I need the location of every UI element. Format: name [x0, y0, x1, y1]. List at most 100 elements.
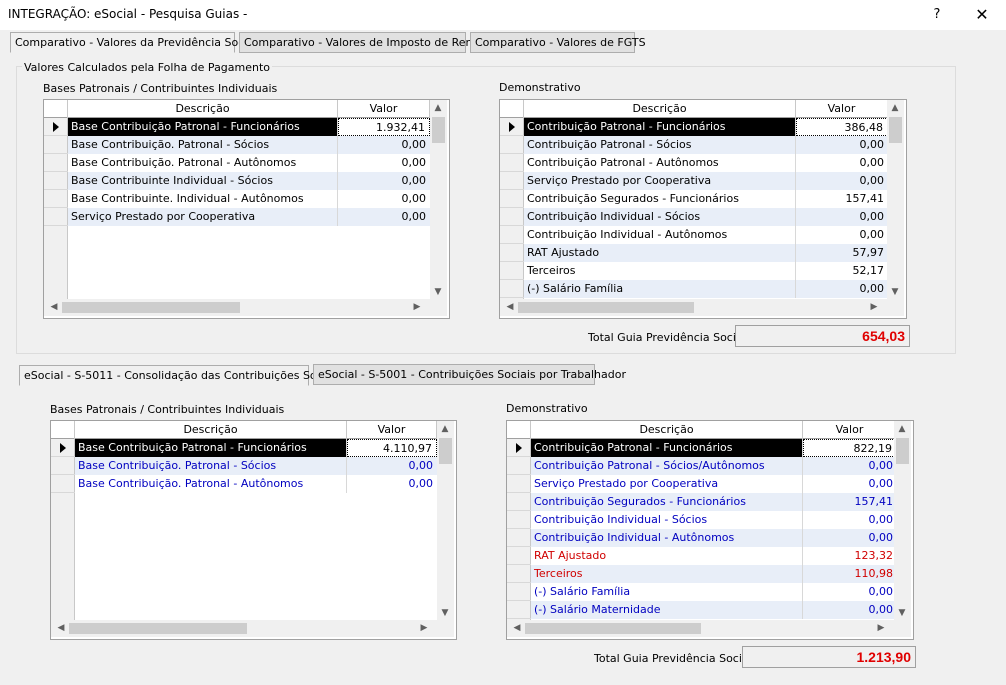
table-row[interactable]: Contribuição Patronal - Sócios/Autônomos… [531, 457, 897, 475]
row-indicator[interactable] [500, 118, 524, 136]
horizontal-scroll-thumb[interactable] [525, 623, 701, 634]
cell-descricao[interactable]: (-) Salário Família [531, 583, 803, 601]
table-row[interactable]: Serviço Prestado por Cooperativa 0,00 [531, 475, 897, 493]
cell-valor[interactable]: 110,98 [803, 565, 897, 583]
row-indicator[interactable] [507, 529, 531, 547]
cell-valor[interactable]: 386,48 [796, 118, 888, 136]
grid-bottom-right[interactable]: Descrição Valor Contribuição Patronal - Fu… [506, 420, 914, 640]
cell-descricao[interactable]: Contribuição Individual - Sócios [531, 511, 803, 529]
table-row[interactable]: Base Contribuição. Patronal - Sócios 0,00 [75, 457, 437, 475]
table-row[interactable]: Contribuição Segurados - Funcionários 157… [524, 190, 888, 208]
row-indicator[interactable] [507, 547, 531, 565]
cell-valor[interactable]: 0,00 [803, 511, 897, 529]
cell-valor[interactable]: 0,00 [803, 583, 897, 601]
cell-valor[interactable]: 1.932,41 [338, 118, 430, 136]
scroll-down-icon[interactable]: ▼ [430, 285, 446, 299]
row-indicator[interactable] [44, 208, 68, 226]
row-indicator[interactable] [507, 439, 531, 457]
cell-valor[interactable]: 822,19 [803, 439, 897, 457]
cell-descricao[interactable]: Base Contribuição Patronal - Funcionário… [68, 118, 338, 136]
cell-descricao[interactable]: Terceiros [524, 262, 796, 280]
table-row[interactable]: (-) Salário Família 0,00 [524, 280, 888, 298]
scroll-left-icon[interactable]: ◀ [509, 621, 525, 635]
horizontal-scrollbar[interactable]: ◀ ▶ [51, 620, 454, 637]
cell-valor[interactable]: 0,00 [796, 208, 888, 226]
header-valor[interactable]: Valor [338, 100, 430, 118]
table-row[interactable]: Contribuição Patronal - Funcionários 386,… [524, 118, 888, 136]
row-indicator[interactable] [500, 136, 524, 154]
row-indicator[interactable] [500, 190, 524, 208]
row-indicator[interactable] [507, 565, 531, 583]
row-indicator[interactable] [500, 244, 524, 262]
scroll-left-icon[interactable]: ◀ [502, 300, 518, 314]
row-indicator[interactable] [500, 172, 524, 190]
row-indicator[interactable] [500, 262, 524, 280]
horizontal-scroll-thumb[interactable] [69, 623, 247, 634]
row-indicator[interactable] [44, 118, 68, 136]
cell-descricao[interactable]: (-) Salário Família [524, 280, 796, 298]
table-row[interactable]: Base Contribuinte Individual - Sócios 0,0… [68, 172, 430, 190]
cell-descricao[interactable]: Contribuição Individual - Sócios [524, 208, 796, 226]
header-valor[interactable]: Valor [796, 100, 888, 118]
scroll-up-icon[interactable]: ▲ [894, 422, 910, 436]
scroll-up-icon[interactable]: ▲ [430, 101, 446, 115]
cell-descricao[interactable]: Contribuição Patronal - Funcionários [524, 118, 796, 136]
cell-valor[interactable]: 0,00 [338, 208, 430, 226]
table-row[interactable]: Terceiros 52,17 [524, 262, 888, 280]
cell-descricao[interactable]: Base Contribuinte. Individual - Autônomo… [68, 190, 338, 208]
table-row[interactable]: Contribuição Segurados - Funcionários 157… [531, 493, 897, 511]
scroll-right-icon[interactable]: ▶ [416, 621, 432, 635]
scroll-right-icon[interactable]: ▶ [873, 621, 889, 635]
table-row[interactable]: Serviço Prestado por Cooperativa 0,00 [524, 172, 888, 190]
vertical-scrollbar[interactable]: ▲ ▼ [894, 421, 911, 622]
cell-descricao[interactable]: Base Contribuinte Individual - Sócios [68, 172, 338, 190]
grid-bottom-left[interactable]: Descrição Valor Base Contribuição Patronal… [50, 420, 457, 640]
row-indicator[interactable] [507, 457, 531, 475]
cell-valor[interactable]: 57,97 [796, 244, 888, 262]
header-valor[interactable]: Valor [803, 421, 897, 439]
cell-valor[interactable]: 0,00 [803, 601, 897, 619]
table-row[interactable]: Base Contribuição. Patronal - Autônomos 0… [75, 475, 437, 493]
cell-valor[interactable]: 0,00 [803, 475, 897, 493]
row-indicator[interactable] [507, 601, 531, 619]
vertical-scroll-thumb[interactable] [432, 117, 445, 143]
cell-valor[interactable]: 0,00 [338, 154, 430, 172]
vertical-scrollbar[interactable]: ▲ ▼ [887, 100, 904, 301]
cell-valor[interactable]: 52,17 [796, 262, 888, 280]
row-indicator[interactable] [500, 208, 524, 226]
table-row[interactable]: Base Contribuição. Patronal - Sócios 0,00 [68, 136, 430, 154]
cell-descricao[interactable]: Contribuição Patronal - Autônomos [524, 154, 796, 172]
cell-descricao[interactable]: Base Contribuição. Patronal - Autônomos [68, 154, 338, 172]
horizontal-scroll-thumb[interactable] [62, 302, 240, 313]
cell-descricao[interactable]: Serviço Prestado por Cooperativa [531, 475, 803, 493]
cell-valor[interactable]: 0,00 [796, 172, 888, 190]
header-descricao[interactable]: Descrição [75, 421, 347, 439]
row-indicator[interactable] [507, 511, 531, 529]
table-row[interactable]: Base Contribuição Patronal - Funcionário… [68, 118, 430, 136]
cell-valor[interactable]: 157,41 [796, 190, 888, 208]
scroll-left-icon[interactable]: ◀ [46, 300, 62, 314]
scroll-right-icon[interactable]: ▶ [409, 300, 425, 314]
row-indicator[interactable] [44, 190, 68, 208]
cell-descricao[interactable]: Contribuição Segurados - Funcionários [524, 190, 796, 208]
cell-descricao[interactable]: Serviço Prestado por Cooperativa [524, 172, 796, 190]
cell-descricao[interactable]: Base Contribuição. Patronal - Sócios [75, 457, 347, 475]
vertical-scrollbar[interactable]: ▲ ▼ [437, 421, 454, 622]
table-row[interactable]: Contribuição Patronal - Funcionários 822,… [531, 439, 897, 457]
scroll-down-icon[interactable]: ▼ [437, 606, 453, 620]
close-button[interactable]: ✕ [965, 4, 999, 26]
table-row[interactable]: (-) Salário Maternidade 0,00 [531, 601, 897, 619]
cell-descricao[interactable]: Contribuição Individual - Autônomos [524, 226, 796, 244]
table-row[interactable]: (-) Salário Família 0,00 [531, 583, 897, 601]
cell-valor[interactable]: 0,00 [796, 136, 888, 154]
cell-valor[interactable]: 123,32 [803, 547, 897, 565]
row-indicator[interactable] [500, 226, 524, 244]
scroll-down-icon[interactable]: ▼ [894, 606, 910, 620]
row-indicator[interactable] [500, 154, 524, 172]
help-button[interactable]: ? [925, 4, 949, 26]
cell-valor[interactable]: 0,00 [803, 457, 897, 475]
header-descricao[interactable]: Descrição [531, 421, 803, 439]
table-row[interactable]: RAT Ajustado 57,97 [524, 244, 888, 262]
horizontal-scrollbar[interactable]: ◀ ▶ [44, 299, 447, 316]
row-indicator[interactable] [507, 493, 531, 511]
